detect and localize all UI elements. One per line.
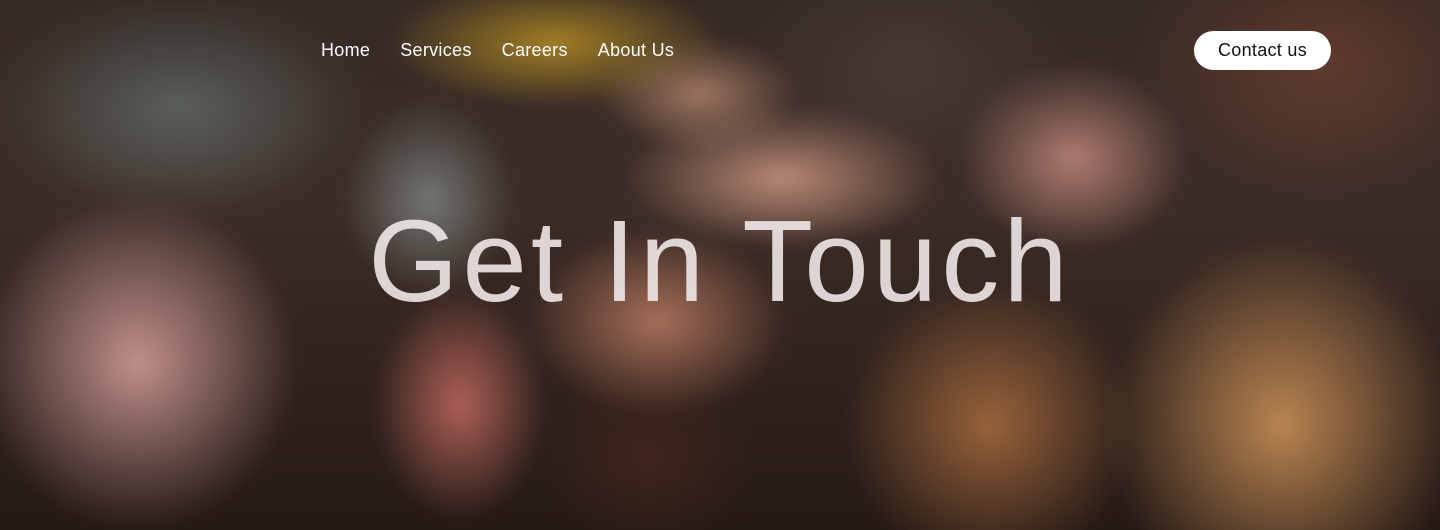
- nav-links: Home Services Careers About Us: [321, 39, 674, 61]
- contact-us-button[interactable]: Contact us: [1194, 31, 1331, 70]
- nav-link-services[interactable]: Services: [400, 39, 471, 61]
- nav-link-about-us[interactable]: About Us: [598, 39, 674, 61]
- hero-title: Get In Touch: [368, 196, 1072, 326]
- nav-link-home[interactable]: Home: [321, 39, 370, 61]
- hero-section: Home Services Careers About Us Contact u…: [0, 0, 1440, 530]
- top-navigation: Home Services Careers About Us Contact u…: [0, 30, 1440, 72]
- nav-link-careers[interactable]: Careers: [502, 39, 568, 61]
